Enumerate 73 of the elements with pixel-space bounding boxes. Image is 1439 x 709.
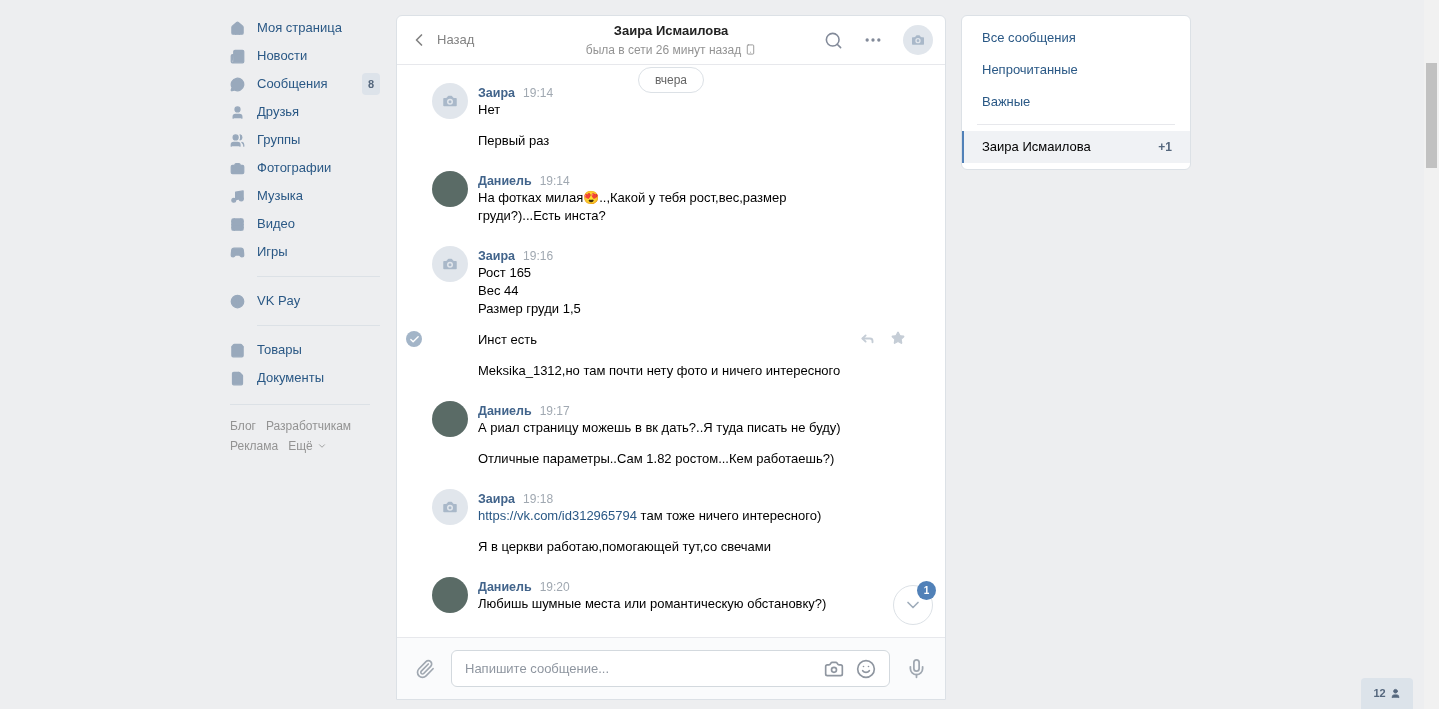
author-name[interactable]: Даниель bbox=[478, 173, 532, 189]
search-icon[interactable] bbox=[824, 30, 843, 50]
message-time: 19:18 bbox=[523, 491, 554, 507]
gamepad-icon bbox=[230, 244, 245, 260]
author-name[interactable]: Даниель bbox=[478, 579, 532, 595]
star-icon[interactable] bbox=[891, 331, 905, 345]
message-input-field[interactable]: Напишите сообщение... bbox=[465, 658, 812, 679]
filter-item[interactable]: Все сообщения bbox=[962, 22, 1190, 54]
message-time: 19:14 bbox=[523, 85, 554, 101]
message-text: На фотках милая😍..,Какой у тебя рост,вес,размер груди?)...Есть инста? bbox=[478, 189, 788, 225]
sidebar-item[interactable]: Группы bbox=[230, 126, 380, 154]
author-name[interactable]: Даниель bbox=[478, 403, 532, 419]
avatar-placeholder bbox=[432, 83, 468, 119]
message-time: 19:17 bbox=[539, 403, 570, 419]
avatar-photo-placeholder bbox=[432, 171, 468, 207]
sidebar-item[interactable]: Сообщения 8 bbox=[230, 70, 380, 98]
message-text: Первый раз bbox=[478, 132, 551, 150]
unread-badge: 1 bbox=[917, 581, 936, 600]
sidebar-item[interactable]: VK Pay bbox=[230, 287, 380, 315]
scroll-down-button[interactable] bbox=[893, 585, 933, 625]
sidebar-item[interactable]: Товары bbox=[230, 336, 380, 364]
speech-bubble-icon bbox=[230, 76, 245, 92]
person-icon bbox=[230, 104, 245, 120]
sidebar-item[interactable]: Моя страница bbox=[230, 14, 380, 42]
message-text: Любишь шумные места или романтическую обстановку?) bbox=[478, 595, 828, 613]
document-icon bbox=[230, 370, 245, 386]
chat-title: Заира Исмаилова bbox=[613, 22, 729, 41]
phone-icon bbox=[745, 44, 757, 56]
filter-item[interactable]: Непрочитанные bbox=[962, 54, 1190, 86]
sidebar-item[interactable]: Друзья bbox=[230, 98, 380, 126]
paperclip-icon[interactable] bbox=[415, 658, 435, 679]
conversation-item[interactable]: Заира Исмаилова +1 bbox=[962, 131, 1190, 163]
message-composer-field[interactable]: Напишите сообщение... bbox=[451, 650, 890, 687]
avatar-placeholder bbox=[432, 489, 468, 525]
camera-icon bbox=[230, 160, 245, 176]
message-text: Нет bbox=[478, 101, 502, 119]
reply-icon[interactable] bbox=[860, 331, 875, 346]
sidebar-item[interactable]: Видео bbox=[230, 210, 380, 238]
avatar-photo-placeholder bbox=[432, 577, 468, 613]
message-time: 19:14 bbox=[539, 173, 570, 189]
author-name[interactable]: Заира bbox=[478, 491, 516, 507]
last-seen-status: была в сети 26 минут назад bbox=[585, 41, 742, 59]
message-link[interactable]: https://vk.com/id312965794 bbox=[478, 508, 637, 523]
message-text: Инст есть bbox=[478, 331, 539, 349]
people-icon bbox=[230, 132, 245, 148]
selected-check-icon[interactable] bbox=[406, 331, 422, 347]
message-text: Отличные параметры..Сам 1.82 ростом...Кем работаешь?) bbox=[478, 450, 836, 468]
author-name[interactable]: Заира bbox=[478, 248, 516, 264]
smiley-icon[interactable] bbox=[856, 658, 876, 679]
back-button[interactable]: Назад bbox=[409, 30, 529, 50]
message-text: Я в церкви работаю,помогающей тут,со свечами bbox=[478, 538, 772, 556]
sidebar-item[interactable]: Игры bbox=[230, 238, 380, 266]
avatar-photo-placeholder bbox=[432, 401, 468, 437]
sidebar-item[interactable]: Документы bbox=[230, 364, 380, 392]
sidebar-item[interactable]: Новости bbox=[230, 42, 380, 70]
message-text: Meksika_1312,но там почти нету фото и ничего интересного bbox=[478, 362, 842, 380]
author-name[interactable]: Заира bbox=[478, 85, 516, 101]
message-time: 19:16 bbox=[523, 248, 554, 264]
message-text: А риал страницу можешь в вк дать?..Я туда писать не буду) bbox=[478, 419, 842, 437]
music-note-icon bbox=[230, 188, 245, 204]
caret-icon bbox=[316, 441, 327, 451]
avatar-placeholder bbox=[432, 246, 468, 282]
message-time: 19:20 bbox=[539, 579, 570, 595]
person-icon bbox=[1389, 688, 1401, 699]
filter-item[interactable]: Важные bbox=[962, 86, 1190, 118]
message-text: https://vk.com/id312965794 там тоже ничего интересного) bbox=[478, 507, 823, 525]
chat-avatar-placeholder[interactable] bbox=[903, 25, 933, 55]
sidebar-item[interactable]: Фотографии bbox=[230, 154, 380, 182]
unread-count: 8 bbox=[361, 72, 380, 96]
home-icon bbox=[230, 20, 245, 36]
online-friends-button[interactable]: 12 bbox=[1361, 678, 1413, 709]
sidebar-item[interactable]: Музыка bbox=[230, 182, 380, 210]
message-text: Рост 165 Вес 44 Размер груди 1,5 bbox=[478, 264, 582, 318]
